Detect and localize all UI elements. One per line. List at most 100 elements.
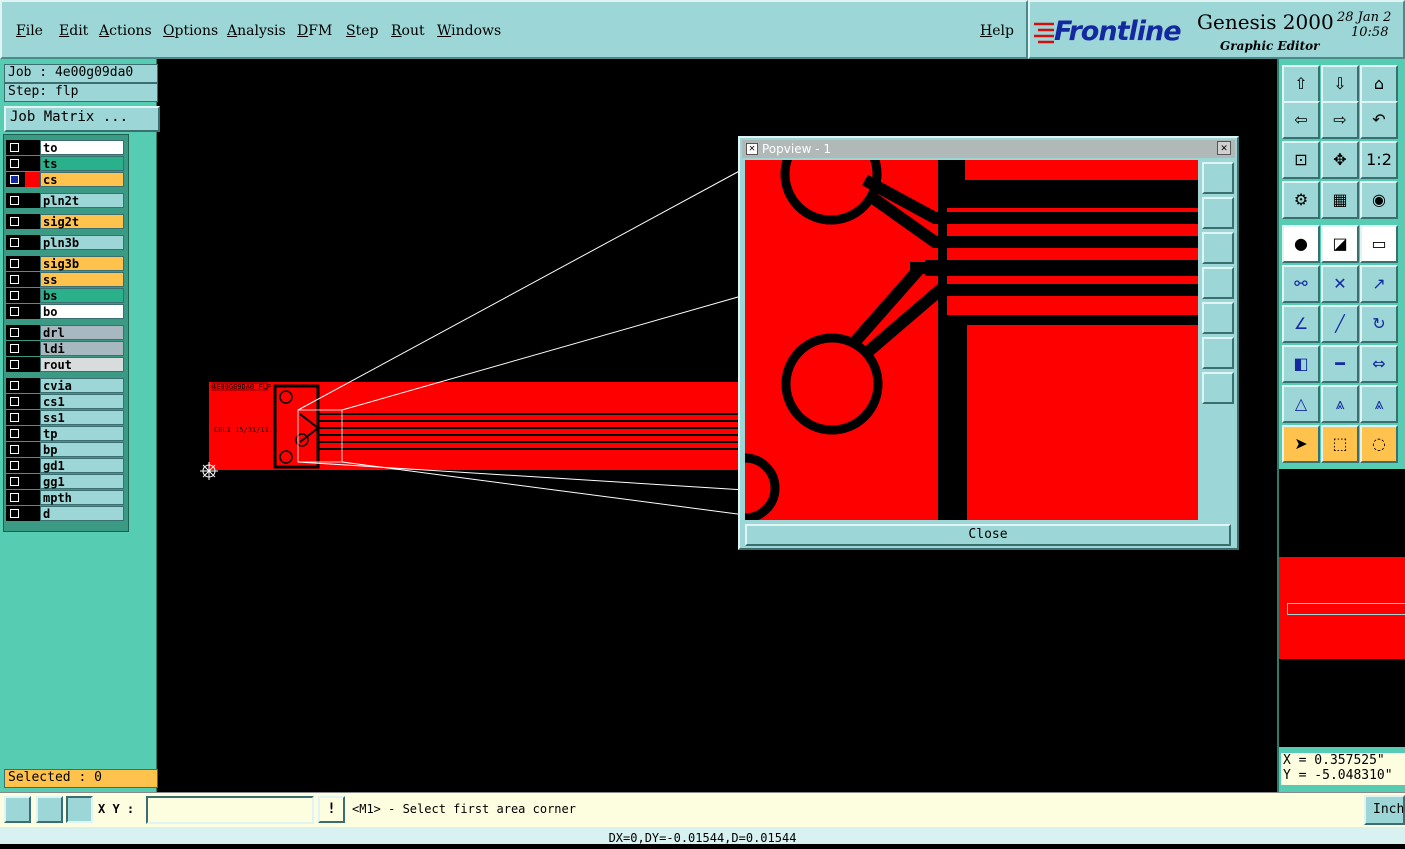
grid-mode-icon[interactable] — [66, 796, 93, 823]
layer-checkbox[interactable] — [6, 394, 40, 409]
layer-row-mpth[interactable]: mpth — [6, 490, 124, 505]
layer-name[interactable]: to — [40, 140, 124, 155]
layer-checkbox[interactable] — [6, 193, 40, 208]
measure-mode-icon[interactable] — [36, 796, 63, 823]
layer-row-tp[interactable]: tp — [6, 426, 124, 441]
popview-pan-right-button[interactable] — [1202, 302, 1234, 334]
select-box-button[interactable]: ⬚ — [1321, 425, 1359, 463]
zoom-1to2-button[interactable]: 1:2 — [1360, 141, 1398, 179]
layer-row-gd1[interactable]: gd1 — [6, 458, 124, 473]
layer-name[interactable]: cvia — [40, 378, 124, 393]
layer-checkbox[interactable] — [6, 172, 40, 187]
popview-window[interactable]: Popview - 1 ✕ ✕ Close — [738, 136, 1239, 550]
clear-feature-button[interactable]: ◪ — [1321, 225, 1359, 263]
popview-zoom-out-button[interactable] — [1202, 372, 1234, 404]
layer-name[interactable]: ts — [40, 156, 124, 171]
grid-button[interactable]: ▦ — [1321, 181, 1359, 219]
layer-checkbox[interactable] — [6, 156, 40, 171]
layer-checkbox[interactable] — [6, 235, 40, 250]
layer-row-bs[interactable]: bs — [6, 288, 124, 303]
layer-row-cs[interactable]: cs — [6, 172, 124, 187]
menu-edit[interactable]: Edit — [59, 23, 88, 39]
layer-checkbox[interactable] — [6, 357, 40, 372]
overview-map[interactable] — [1279, 469, 1405, 747]
pan-right-button[interactable]: ⇨ — [1321, 101, 1359, 139]
layer-checkbox[interactable] — [6, 256, 40, 271]
line-button[interactable]: ∠ — [1282, 305, 1320, 343]
slash-button[interactable]: ╱ — [1321, 305, 1359, 343]
settings-button[interactable]: ⚙ — [1282, 181, 1320, 219]
layer-name[interactable]: sig3b — [40, 256, 124, 271]
layer-checkbox[interactable] — [6, 410, 40, 425]
menu-actions[interactable]: Actions — [99, 23, 152, 39]
window-menu-icon[interactable]: ✕ — [746, 143, 758, 155]
popview-pan-up-button[interactable] — [1202, 197, 1234, 229]
layer-checkbox[interactable] — [6, 474, 40, 489]
layer-name[interactable]: pln2t — [40, 193, 124, 208]
undo-view-button[interactable]: ↶ — [1360, 101, 1398, 139]
minus-button[interactable]: ━ — [1321, 345, 1359, 383]
layer-checkbox[interactable] — [6, 341, 40, 356]
xy-input[interactable] — [146, 796, 314, 824]
layer-row-ss[interactable]: ss — [6, 272, 124, 287]
layer-checkbox[interactable] — [6, 214, 40, 229]
layer-name[interactable]: gg1 — [40, 474, 124, 489]
menu-rout[interactable]: Rout — [391, 23, 425, 39]
layer-row-pln3b[interactable]: pln3b — [6, 235, 124, 250]
layer-name[interactable]: mpth — [40, 490, 124, 505]
layer-name[interactable]: tp — [40, 426, 124, 441]
layers-button[interactable]: ◉ — [1360, 181, 1398, 219]
add-feature-button[interactable]: ● — [1282, 225, 1320, 263]
layer-row-ss1[interactable]: ss1 — [6, 410, 124, 425]
select-arrow-button[interactable]: ➤ — [1282, 425, 1320, 463]
ruler-button[interactable]: ▭ — [1360, 225, 1398, 263]
menu-options[interactable]: Options — [163, 23, 218, 39]
popview-zoom-in-button[interactable] — [1202, 337, 1234, 369]
delete-button[interactable]: ✕ — [1321, 265, 1359, 303]
menu-help[interactable]: Help — [980, 23, 1014, 39]
move-button[interactable]: ↗ — [1360, 265, 1398, 303]
zoom-fit-button[interactable]: ⊡ — [1282, 141, 1320, 179]
menu-dfm[interactable]: DFM — [297, 23, 332, 39]
menu-analysis[interactable]: Analysis — [227, 23, 286, 39]
layer-name[interactable]: bo — [40, 304, 124, 319]
layer-row-rout[interactable]: rout — [6, 357, 124, 372]
arc-right-button[interactable]: ⩓ — [1360, 385, 1398, 423]
units-button[interactable]: Inch — [1364, 795, 1405, 825]
popview-zoom-canvas[interactable] — [745, 160, 1198, 520]
layer-name[interactable]: bp — [40, 442, 124, 457]
popview-pan-down-button[interactable] — [1202, 232, 1234, 264]
layer-checkbox[interactable] — [6, 140, 40, 155]
layer-name[interactable]: ldi — [40, 341, 124, 356]
layer-checkbox[interactable] — [6, 288, 40, 303]
arc-left-button[interactable]: △ — [1282, 385, 1320, 423]
job-matrix-button[interactable]: Job Matrix ... — [4, 106, 160, 132]
layer-checkbox[interactable] — [6, 490, 40, 505]
layer-name[interactable]: gd1 — [40, 458, 124, 473]
resize-button[interactable]: ⇔ — [1360, 345, 1398, 383]
popview-close-button[interactable]: Close — [745, 524, 1231, 546]
layer-name[interactable]: cs — [40, 172, 124, 187]
layer-row-cvia[interactable]: cvia — [6, 378, 124, 393]
layer-checkbox[interactable] — [6, 426, 40, 441]
popview-zoom-fit-button[interactable] — [1202, 162, 1234, 194]
layer-checkbox[interactable] — [6, 325, 40, 340]
layer-row-d[interactable]: d — [6, 506, 124, 521]
menu-windows[interactable]: Windows — [437, 23, 501, 39]
zoom-center-button[interactable]: ✥ — [1321, 141, 1359, 179]
select-circle-button[interactable]: ◌ — [1360, 425, 1398, 463]
layer-row-sig3b[interactable]: sig3b — [6, 256, 124, 271]
home-button[interactable]: ⌂ — [1360, 65, 1398, 103]
layer-row-bp[interactable]: bp — [6, 442, 124, 457]
layer-name[interactable]: ss1 — [40, 410, 124, 425]
layer-row-cs1[interactable]: cs1 — [6, 394, 124, 409]
pan-down-button[interactable]: ⇩ — [1321, 65, 1359, 103]
layer-name[interactable]: rout — [40, 357, 124, 372]
snap-mode-icon[interactable] — [4, 796, 31, 823]
menu-file[interactable]: File — [16, 23, 43, 39]
layer-checkbox[interactable] — [6, 272, 40, 287]
layer-checkbox[interactable] — [6, 442, 40, 457]
layer-name[interactable]: pln3b — [40, 235, 124, 250]
layer-row-ts[interactable]: ts — [6, 156, 124, 171]
pan-left-button[interactable]: ⇦ — [1282, 101, 1320, 139]
